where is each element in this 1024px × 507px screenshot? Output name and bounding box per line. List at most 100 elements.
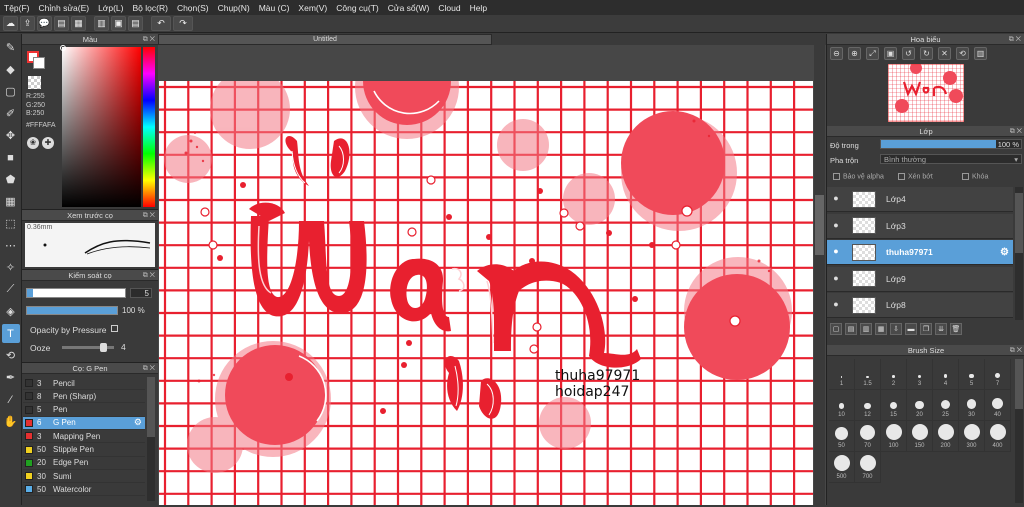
tool-5-icon[interactable]: ■ xyxy=(2,148,20,167)
brush-size-cell[interactable]: 50 xyxy=(829,421,855,452)
brush-size-cell[interactable]: 150 xyxy=(907,421,933,452)
brush-size-cell[interactable]: 1 xyxy=(829,359,855,390)
blend-mode-select[interactable]: Bình thường ▾ xyxy=(880,154,1022,164)
panel-menu-icon[interactable]: ⧉ ✕ xyxy=(143,270,155,281)
fit-icon[interactable]: ⤢ xyxy=(866,47,879,60)
visibility-icon[interactable]: ● xyxy=(830,193,842,205)
list-icon[interactable]: ▤ xyxy=(128,16,143,31)
brush-size-value[interactable]: 5 xyxy=(130,288,152,298)
zoom-out-icon[interactable]: ⊖ xyxy=(830,47,843,60)
brush-size-cell[interactable]: 3 xyxy=(907,359,933,390)
canvas-vertical-scrollbar[interactable] xyxy=(814,45,825,505)
tool-15-icon[interactable]: ✒ xyxy=(2,368,20,387)
panel-menu-icon[interactable]: ⧉ ✕ xyxy=(143,34,155,45)
visibility-icon[interactable]: ● xyxy=(830,273,842,285)
transparent-color-swatch[interactable] xyxy=(28,76,41,89)
grid-icon[interactable]: ▣ xyxy=(111,16,126,31)
new-layer-icon[interactable]: ▢ xyxy=(830,323,842,335)
layer-row[interactable]: ● Lớp8 xyxy=(827,293,1013,318)
tool-1-icon[interactable]: ◆ xyxy=(2,60,20,79)
brush-size-cell[interactable]: 70 xyxy=(855,421,881,452)
brush-size-cell[interactable]: 500 xyxy=(829,452,855,483)
gear-icon[interactable]: ⚙ xyxy=(1000,247,1009,258)
brush-item[interactable]: 8 Pen (Sharp) xyxy=(23,390,145,404)
brush-size-cell[interactable]: 20 xyxy=(907,390,933,421)
layer-row[interactable]: ● Lớp3 xyxy=(827,213,1013,239)
menu-item-0[interactable]: Tệp(F) xyxy=(4,3,30,13)
brush-list-scrollbar[interactable] xyxy=(147,377,155,501)
menu-item-2[interactable]: Lớp(L) xyxy=(98,3,123,13)
menu-item-1[interactable]: Chỉnh sửa(E) xyxy=(39,3,90,13)
tool-12-icon[interactable]: ◈ xyxy=(2,302,20,321)
comment-icon[interactable]: ▤ xyxy=(54,16,69,31)
actual-size-icon[interactable]: ▣ xyxy=(884,47,897,60)
saturation-value-picker[interactable] xyxy=(62,47,141,207)
brush-size-cell[interactable]: 30 xyxy=(959,390,985,421)
tool-2-icon[interactable]: ▢ xyxy=(2,82,20,101)
tool-3-icon[interactable]: ✐ xyxy=(2,104,20,123)
export-icon[interactable]: ⇪ xyxy=(20,16,35,31)
layer-row[interactable]: ● thuha97971 ⚙ xyxy=(827,240,1013,265)
menu-item-4[interactable]: Chọn(S) xyxy=(177,3,209,13)
brush-item[interactable]: 3 Pencil xyxy=(23,377,145,390)
brush-item[interactable]: 3 Mapping Pen xyxy=(23,430,145,444)
clipping-option[interactable]: Xén bớt xyxy=(898,173,933,180)
rotate-right-icon[interactable]: ↻ xyxy=(920,47,933,60)
tool-9-icon[interactable]: ⋯ xyxy=(2,236,20,255)
navigator-thumbnail[interactable] xyxy=(888,64,964,122)
brush-opacity-slider[interactable] xyxy=(26,306,118,315)
document-tab[interactable]: Untitled xyxy=(158,34,492,45)
new-layer-8bit-icon[interactable]: ▤ xyxy=(845,323,857,335)
brush-size-cell[interactable]: 10 xyxy=(829,390,855,421)
protect-alpha-option[interactable]: Bảo vệ alpha xyxy=(833,173,884,180)
cloud-icon[interactable]: ☁ xyxy=(3,16,18,31)
brush-size-cell[interactable]: 40 xyxy=(985,390,1011,421)
menu-item-6[interactable]: Màu (C) xyxy=(259,3,290,13)
tool-16-icon[interactable]: ⁄ xyxy=(2,390,20,409)
undo-icon[interactable]: ↶ xyxy=(151,16,171,31)
tool-10-icon[interactable]: ✧ xyxy=(2,258,20,277)
layer-opacity-slider[interactable]: 100 % xyxy=(880,139,1022,149)
brush-size-cell[interactable]: 1.5 xyxy=(855,359,881,390)
brush-size-cell[interactable]: 7 xyxy=(985,359,1011,390)
brush-size-cell[interactable]: 12 xyxy=(855,390,881,421)
brush-size-cell[interactable]: 700 xyxy=(855,452,881,483)
delete-icon[interactable]: 🗑 xyxy=(950,323,962,335)
flip-icon[interactable]: ✕ xyxy=(938,47,951,60)
duplicate-icon[interactable]: ❐ xyxy=(920,323,932,335)
hue-slider[interactable] xyxy=(143,47,155,207)
brush-item[interactable]: 50 Watercolor xyxy=(23,483,145,497)
brush-item[interactable]: 20 Edge Pen xyxy=(23,457,145,470)
rotate-left-icon[interactable]: ↺ xyxy=(902,47,915,60)
color-picker-icon[interactable]: ✚ xyxy=(42,137,54,149)
import-icon[interactable]: ⇩ xyxy=(890,323,902,335)
panel-menu-icon[interactable]: ⧉ ✕ xyxy=(143,210,155,221)
reset-icon[interactable]: ⟲ xyxy=(956,47,969,60)
zoom-in-icon[interactable]: ⊕ xyxy=(848,47,861,60)
window-icon[interactable]: ▥ xyxy=(974,47,987,60)
brush-item[interactable]: 5 Pen xyxy=(23,404,145,417)
lock-option[interactable]: Khóa xyxy=(962,173,988,180)
folder-icon[interactable]: ▬ xyxy=(905,323,917,335)
brush-size-cell[interactable]: 5 xyxy=(959,359,985,390)
palette-icon[interactable]: ❀ xyxy=(27,137,39,149)
tool-14-icon[interactable]: ⟲ xyxy=(2,346,20,365)
layer-row[interactable]: ● Lớp4 xyxy=(827,187,1013,212)
tool-11-icon[interactable]: ⟋ xyxy=(2,280,20,299)
tool-17-icon[interactable]: ✋ xyxy=(2,412,20,431)
layer-row[interactable]: ● Lớp9 xyxy=(827,266,1013,292)
brush-size-cell[interactable]: 15 xyxy=(881,390,907,421)
color-marker[interactable] xyxy=(60,45,66,51)
tool-8-icon[interactable]: ⬚ xyxy=(2,214,20,233)
brush-item[interactable]: 50 Stipple Pen xyxy=(23,444,145,457)
menu-item-3[interactable]: Bộ lọc(R) xyxy=(133,3,168,13)
brush-size-cell[interactable]: 4 xyxy=(933,359,959,390)
brush-size-cell[interactable]: 200 xyxy=(933,421,959,452)
menu-item-9[interactable]: Cửa sổ(W) xyxy=(388,3,430,13)
visibility-icon[interactable]: ● xyxy=(830,299,842,311)
layer-list-scrollbar[interactable] xyxy=(1015,187,1023,320)
menu-item-7[interactable]: Xem(V) xyxy=(298,3,327,13)
background-color-swatch[interactable] xyxy=(33,57,45,69)
brush-size-cell[interactable]: 2 xyxy=(881,359,907,390)
brush-size-cell[interactable]: 300 xyxy=(959,421,985,452)
